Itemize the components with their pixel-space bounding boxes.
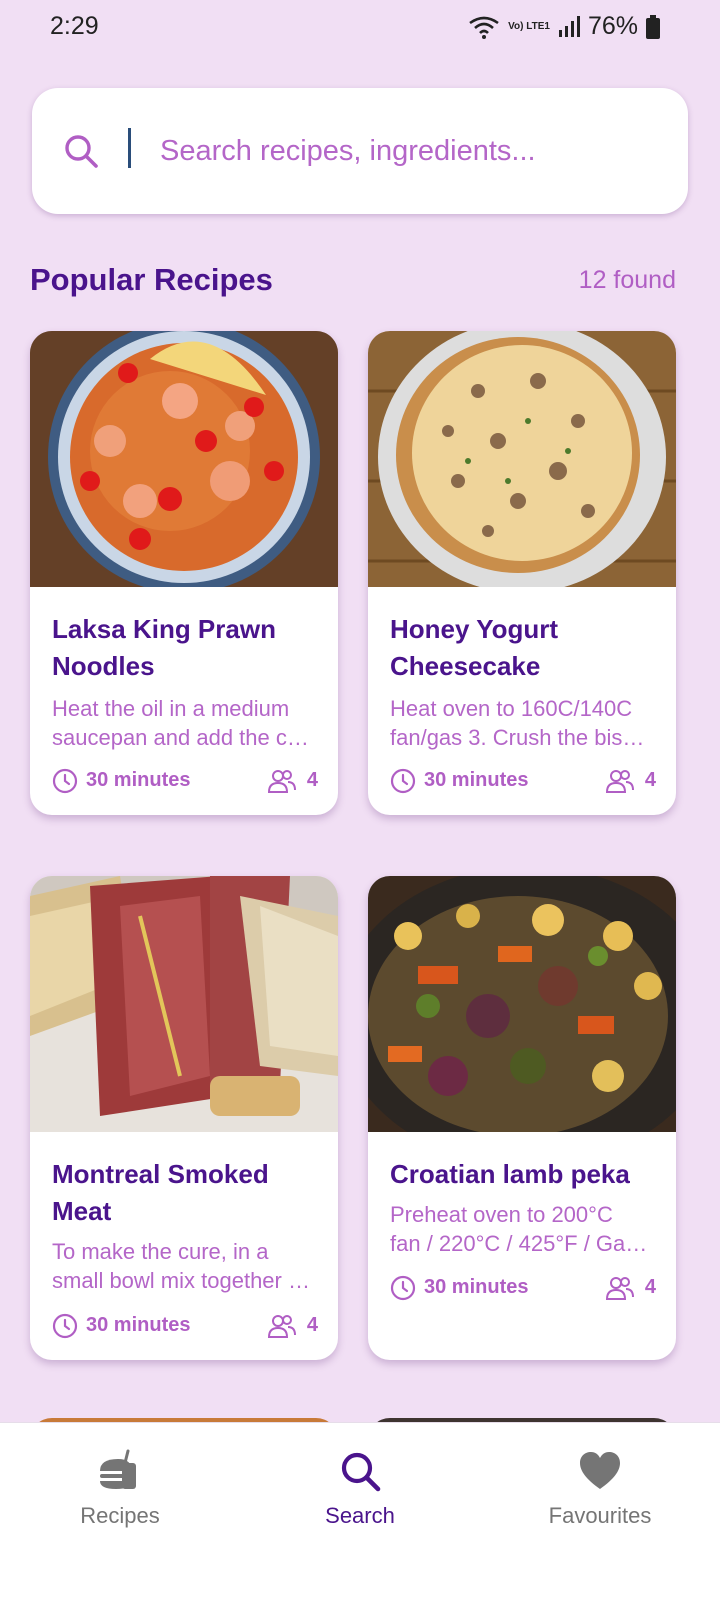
recipe-description: To make the cure, in a small bowl mix to… <box>52 1239 310 1293</box>
servings-count: 4 <box>306 1314 318 1336</box>
signal-icon <box>558 15 580 37</box>
recipe-title: Montreal Smoked Meat <box>52 1159 269 1226</box>
heart-icon <box>580 1452 620 1489</box>
servings-count: 4 <box>644 1276 656 1298</box>
status-time: 2:29 <box>50 12 99 40</box>
recipe-description: Heat the oil in a medium saucepan and ad… <box>52 696 309 750</box>
recipe-meta: 30 minutes 4 <box>390 766 656 796</box>
status-bar: 2:29 Vo) LTE1 76% <box>0 0 720 58</box>
recipe-card[interactable]: Croatian lamb peka Preheat oven to 200°C… <box>368 876 676 1360</box>
section-title: Popular Recipes <box>30 262 273 297</box>
battery-percentage: 76% <box>587 12 638 40</box>
recipe-title: Croatian lamb peka <box>390 1159 630 1189</box>
search-icon <box>341 1452 381 1492</box>
recipe-image <box>368 331 676 587</box>
clock-icon <box>52 768 78 794</box>
clock-icon <box>390 768 416 794</box>
search-input[interactable] <box>160 118 660 184</box>
clock-icon <box>52 1313 78 1339</box>
recipe-title: Honey Yogurt Cheesecake <box>390 614 559 681</box>
recipe-image <box>30 331 338 587</box>
servings-count: 4 <box>306 769 318 791</box>
people-icon <box>268 1315 296 1338</box>
text-cursor <box>128 128 131 168</box>
recipe-description: Heat oven to 160C/140C fan/gas 3. Crush … <box>390 696 645 750</box>
wifi-icon <box>469 16 499 39</box>
nav-search[interactable]: Search <box>240 1423 480 1553</box>
cook-time: 30 minutes <box>424 769 529 791</box>
people-icon <box>606 770 634 793</box>
recipe-card[interactable]: Honey Yogurt Cheesecake Heat oven to 160… <box>368 331 676 815</box>
nav-label: Favourites <box>548 1503 652 1528</box>
results-count: 12 found <box>578 266 676 294</box>
lte-indicator: Vo) LTE1 <box>508 20 550 32</box>
people-icon <box>268 770 296 793</box>
burger-icon <box>100 1449 136 1489</box>
recipe-meta: 30 minutes 4 <box>390 1273 656 1303</box>
battery-icon <box>646 14 660 39</box>
recipe-image <box>368 876 676 1132</box>
recipe-meta: 30 minutes 4 <box>52 1311 318 1341</box>
recipe-card[interactable]: Laksa King Prawn Noodles Heat the oil in… <box>30 331 338 815</box>
cook-time: 30 minutes <box>86 1314 191 1336</box>
recipe-title: Laksa King Prawn Noodles <box>52 614 276 681</box>
recipe-image <box>30 876 338 1132</box>
nav-label: Recipes <box>80 1503 160 1528</box>
status-icons: Vo) LTE1 76% <box>468 12 660 41</box>
recipe-card[interactable]: Montreal Smoked Meat To make the cure, i… <box>30 876 338 1360</box>
search-icon <box>65 135 98 168</box>
clock-icon <box>390 1275 416 1301</box>
recipe-meta: 30 minutes 4 <box>52 766 318 796</box>
bottom-navigation: Recipes Search Favourites <box>0 1422 720 1601</box>
nav-recipes[interactable]: Recipes <box>0 1423 240 1553</box>
cook-time: 30 minutes <box>86 769 191 791</box>
nav-favourites[interactable]: Favourites <box>480 1423 720 1553</box>
people-icon <box>606 1277 634 1300</box>
servings-count: 4 <box>644 769 656 791</box>
recipe-description: Preheat oven to 200°C fan / 220°C / 425°… <box>390 1202 648 1256</box>
nav-label: Search <box>325 1503 395 1528</box>
cook-time: 30 minutes <box>424 1276 529 1298</box>
